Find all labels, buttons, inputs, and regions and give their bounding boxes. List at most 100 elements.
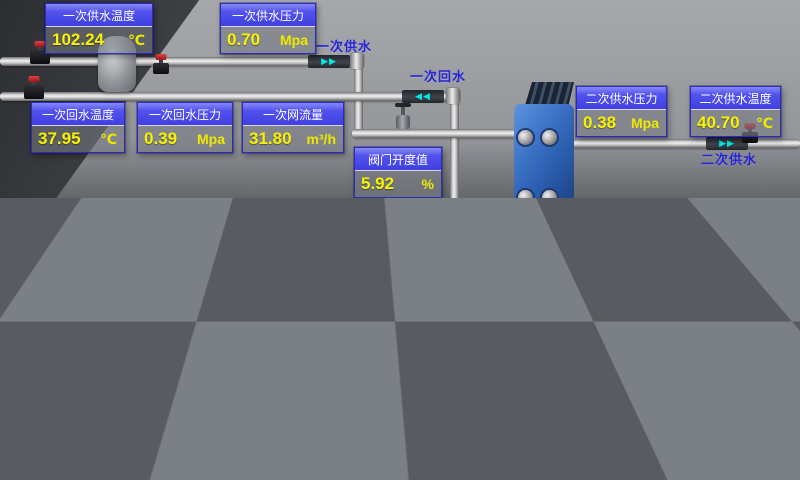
pipe-pump-manifold-lower <box>424 276 550 285</box>
pipe-label-secondary-return: 二次回水 <box>716 308 772 327</box>
gauge-unit: Hz <box>345 402 362 418</box>
gauge-value: 31.80 <box>249 129 292 149</box>
valve-secondary-return-icon <box>780 290 796 301</box>
pump-flange <box>487 250 498 263</box>
tank-manhole <box>16 350 70 404</box>
circulation-pump-2 <box>489 200 537 280</box>
tank-manhole <box>76 350 130 404</box>
pipe-makeup-pump1-inlet <box>214 366 242 375</box>
gauge-value: 0.38 <box>583 113 616 133</box>
gauge-unit: Mpa <box>630 272 658 288</box>
flow-indicator-right-icon: ▶▶ <box>556 386 598 399</box>
gauge-unit: ℃ <box>756 115 773 132</box>
hx-port <box>542 130 557 145</box>
hx-port <box>518 130 533 145</box>
gauge-value: 36.63 <box>697 270 740 290</box>
pump-flange <box>422 250 433 263</box>
control-valve <box>394 103 412 131</box>
gauge-title: 补水泵频率 <box>276 374 369 397</box>
pipe-primary-supply <box>0 57 355 66</box>
pump-flange <box>240 363 251 376</box>
pump-volute <box>499 245 527 267</box>
gauge-value: 0.70 <box>227 30 260 50</box>
flange-makeup-end <box>601 383 615 399</box>
control-valve-body <box>396 115 410 129</box>
pipe-makeup-water <box>146 388 604 397</box>
tank-leg <box>18 454 36 476</box>
pipe-label-primary-return: 一次回水 <box>410 66 466 85</box>
pump-indicator <box>249 391 258 408</box>
flange-primary-return-end <box>446 88 460 104</box>
water-tank <box>0 250 170 480</box>
gauge-value: 0.39 <box>144 129 177 149</box>
pump-indicator <box>263 326 272 343</box>
pipe-secondary-supply <box>566 139 800 148</box>
gauge-unit: m³/h <box>306 131 336 147</box>
gauge-primary-flow[interactable]: 一次网流量 31.80 m³/h <box>242 102 344 153</box>
gauge-unit: Mpa <box>280 32 308 48</box>
gauge-value: 0.27 <box>582 270 615 290</box>
gauge-unit: ℃ <box>128 32 145 49</box>
gauge-tank-level[interactable]: 水箱液位高度 1.10 m³ <box>32 298 124 349</box>
gauge-secondary-return-temp[interactable]: 二次回水温度 36.63 ℃ <box>690 243 781 294</box>
gauge-unit: Mpa <box>197 131 225 147</box>
gauge-title: 二次供水温度 <box>691 87 780 110</box>
gauge-secondary-supply-temp[interactable]: 二次供水温度 40.70 ℃ <box>690 86 781 137</box>
valve-primary-return-icon <box>24 85 44 99</box>
gauge-primary-supply-temp[interactable]: 一次供水温度 102.24 ℃ <box>45 3 153 54</box>
gauge-title: 一次回水温度 <box>32 103 124 126</box>
gauge-unit: ℃ <box>756 272 773 289</box>
circulation-pump-1 <box>424 200 472 280</box>
pipe-primary-to-hx <box>352 129 523 138</box>
gauge-title: 一次回水压力 <box>138 103 232 126</box>
pipe-label-secondary-supply: 二次供水 <box>701 149 757 168</box>
pump-flange <box>463 250 474 263</box>
pipe-makeup-loop-bottom <box>186 424 328 433</box>
gauge-title: 一次供水压力 <box>221 4 315 27</box>
gauge-primary-return-pressure[interactable]: 一次回水压力 0.39 Mpa <box>137 102 233 153</box>
gauge-title: 一次供水温度 <box>46 4 152 27</box>
valve-makeup-tee-icon <box>544 290 560 301</box>
gauge-value: 33.88 <box>282 400 325 420</box>
gauge-value: 37.95 <box>38 129 81 149</box>
gauge-title: 一次网流量 <box>243 103 343 126</box>
gauge-unit: ℃ <box>100 131 117 148</box>
gauge-secondary-supply-pressure[interactable]: 二次供水压力 0.38 Mpa <box>576 86 667 137</box>
gauge-value: 1.10 <box>39 325 72 345</box>
gauge-primary-supply-pressure[interactable]: 一次供水压力 0.70 Mpa <box>220 3 316 54</box>
gauge-secondary-return-pressure[interactable]: 二次回水压力 0.27 Mpa <box>575 243 666 294</box>
pump-indicator <box>510 213 519 230</box>
pump-indicator <box>445 213 454 230</box>
pump-flange <box>528 250 539 263</box>
hmi-heat-exchange-station: ▶▶ ◀◀ ▶▶ ◀◀ ▶▶ <box>0 0 800 480</box>
gauge-title: 水箱液位高度 <box>33 299 123 322</box>
pipe-label-primary-supply: 一次供水 <box>316 36 372 55</box>
gauge-title: 阀门开度值 <box>355 148 441 171</box>
gauge-value: 40.70 <box>697 113 740 133</box>
pipe-tank-outlet <box>136 330 458 339</box>
tank-leg <box>96 454 114 476</box>
gauge-makeup-pump-frequency[interactable]: 补水泵频率 33.88 Hz <box>275 373 370 424</box>
pipe-makeup-riser <box>610 303 616 387</box>
tank-ladder <box>134 266 160 374</box>
gauge-primary-return-temp[interactable]: 一次回水温度 37.95 ℃ <box>31 102 125 153</box>
flow-indicator-left-icon: ◀◀ <box>402 90 444 103</box>
makeup-pump-2 <box>228 378 276 458</box>
pipe-label-makeup-water: 补水 <box>577 399 605 418</box>
flange-primary-supply-end <box>350 53 364 69</box>
pump-volute <box>434 245 462 267</box>
gauge-unit: m³ <box>99 327 116 343</box>
gauge-title: 二次回水温度 <box>691 244 780 267</box>
gauge-value: 5.92 <box>361 174 394 194</box>
gauge-unit: % <box>422 176 434 192</box>
hx-port <box>542 190 557 205</box>
gauge-unit: Mpa <box>631 115 659 131</box>
flow-indicator-right-icon: ▶▶ <box>308 55 350 68</box>
pipe-primary-return <box>0 92 460 101</box>
gauge-title: 二次供水压力 <box>577 87 666 110</box>
valve-primary-supply-branch-icon <box>153 63 169 74</box>
gauge-title: 二次回水压力 <box>576 244 665 267</box>
gauge-value: 102.24 <box>52 30 104 50</box>
gauge-valve-opening[interactable]: 阀门开度值 5.92% <box>354 147 442 198</box>
pipe-secondary-return-drop <box>452 280 461 334</box>
